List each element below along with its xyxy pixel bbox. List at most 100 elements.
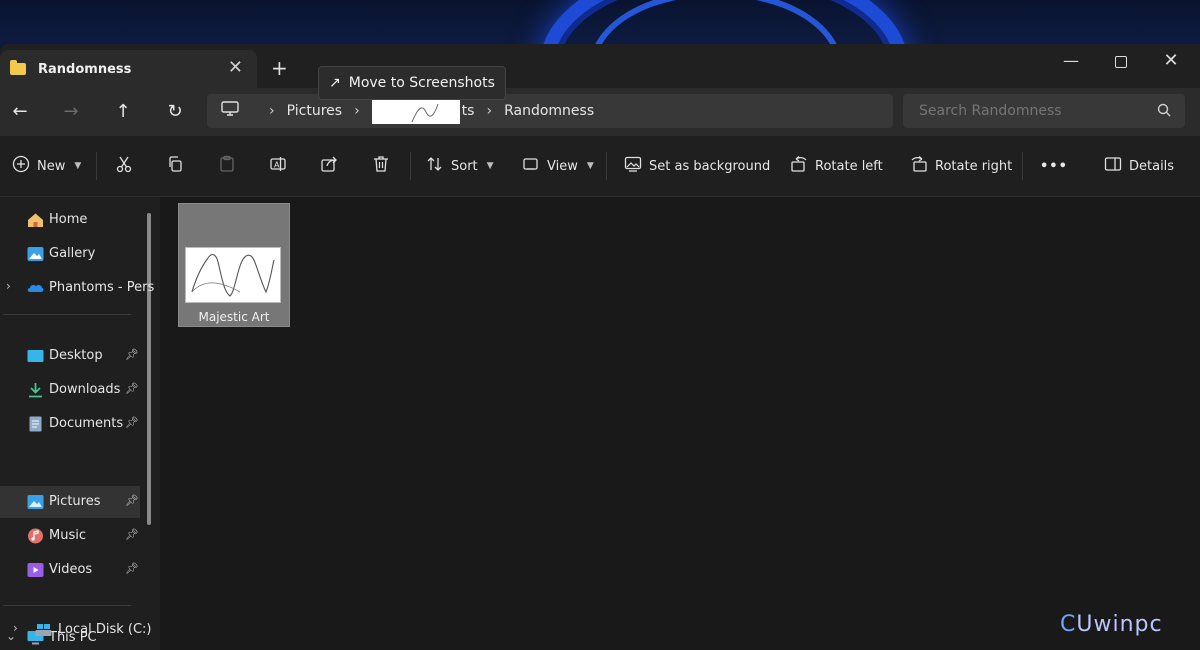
rotate-right-button[interactable]: Rotate right (910, 136, 1012, 196)
new-button[interactable]: New ▼ (12, 136, 81, 196)
pin-icon[interactable]: 📌︎ (125, 416, 139, 429)
chevron-down-icon: ▼ (586, 161, 594, 171)
sidebar-item-downloads[interactable]: Downloads 📌︎ (0, 374, 140, 406)
view-label: View (547, 158, 578, 174)
sort-icon (426, 155, 444, 177)
breadcrumb-screenshots[interactable]: ts (462, 103, 475, 119)
forward-button[interactable]: → (56, 98, 86, 126)
back-button[interactable]: ← (5, 98, 35, 126)
sidebar-item-label: Phantoms - Pers (49, 280, 155, 295)
breadcrumb-pictures[interactable]: Pictures (287, 103, 342, 119)
share-button[interactable] (320, 136, 338, 196)
rotate-left-icon (790, 155, 808, 177)
chevron-right-icon: › (269, 103, 275, 119)
music-icon (27, 528, 44, 544)
view-icon (522, 155, 540, 177)
home-icon (27, 212, 44, 228)
view-button[interactable]: View ▼ (522, 136, 594, 196)
wallpaper-icon (624, 155, 642, 177)
paste-button[interactable] (218, 136, 236, 196)
plus-circle-icon (12, 155, 30, 177)
file-item[interactable]: Majestic Art (178, 203, 290, 327)
chevron-right-icon[interactable]: › (13, 621, 18, 635)
trash-icon (372, 155, 390, 177)
rotate-left-label: Rotate left (815, 158, 883, 174)
details-label: Details (1129, 158, 1175, 174)
search-input[interactable] (917, 102, 1151, 120)
pictures-icon (27, 494, 44, 510)
sidebar-item-local-disk[interactable]: › Local Disk (C:) (0, 614, 151, 646)
set-as-background-label: Set as background (649, 158, 771, 174)
sidebar-item-label: Home (49, 212, 88, 227)
maximize-button[interactable] (1098, 46, 1144, 76)
close-window-button[interactable]: ✕ (1148, 46, 1194, 76)
delete-button[interactable] (372, 136, 390, 196)
chevron-right-icon[interactable]: › (6, 279, 11, 293)
command-bar: New ▼ A Sort ▼ View ▼ Set as background … (0, 136, 1200, 197)
details-button[interactable]: Details (1104, 136, 1174, 196)
breadcrumb-randomness[interactable]: Randomness (504, 103, 594, 119)
search-box[interactable] (903, 94, 1185, 128)
sort-button[interactable]: Sort ▼ (426, 136, 494, 196)
sidebar-item-onedrive[interactable]: › Phantoms - Pers (0, 272, 154, 304)
videos-icon (27, 562, 44, 578)
rename-button[interactable]: A (269, 136, 287, 196)
cut-button[interactable] (115, 136, 133, 196)
watermark-logo: CUwinpc (1060, 612, 1163, 637)
arrow-up-right-icon: ↗ (329, 75, 341, 91)
minimize-button[interactable]: — (1048, 46, 1094, 76)
up-button[interactable]: ↑ (108, 98, 138, 126)
sidebar-item-label: Music (49, 528, 86, 543)
copy-button[interactable] (166, 136, 184, 196)
chevron-right-icon: › (486, 103, 493, 119)
watermark-text: Uwinpc (1076, 612, 1163, 637)
sidebar-item-home[interactable]: Home (0, 204, 140, 236)
pin-icon[interactable]: 📌︎ (125, 382, 139, 395)
divider (410, 152, 411, 180)
sidebar-item-videos[interactable]: Videos 📌︎ (0, 554, 140, 586)
tab-close-button[interactable]: ✕ (228, 57, 243, 78)
redacted-segment (371, 98, 460, 124)
drive-icon (35, 622, 52, 638)
sidebar-item-music[interactable]: Music 📌︎ (0, 520, 140, 552)
sidebar-divider (3, 605, 131, 606)
sidebar-item-documents[interactable]: Documents 📌︎ (0, 408, 140, 440)
paste-icon (218, 155, 236, 177)
desktop-icon (27, 348, 44, 364)
sidebar-item-label: Gallery (49, 246, 96, 261)
rotate-right-icon (910, 155, 928, 177)
address-bar[interactable]: › Pictures › ts › Randomness (207, 94, 893, 128)
rotate-left-button[interactable]: Rotate left (790, 136, 883, 196)
set-as-background-button[interactable]: Set as background (624, 136, 770, 196)
sidebar-scrollbar[interactable] (147, 213, 151, 525)
copy-icon (166, 155, 184, 177)
file-explorer-window: Randomness ✕ + — ✕ ← → ↑ ↻ › Pictures › … (0, 44, 1200, 650)
sidebar-item-label: Pictures (49, 494, 101, 509)
more-options-button[interactable]: ••• (1040, 136, 1068, 196)
sidebar-item-gallery[interactable]: Gallery (0, 238, 140, 270)
chevron-down-icon: ▼ (74, 161, 82, 171)
computer-icon (221, 101, 239, 121)
file-name: Majestic Art (198, 310, 270, 324)
pin-icon[interactable]: 📌︎ (125, 528, 139, 541)
new-tab-button[interactable]: + (271, 56, 288, 80)
image-thumbnail (185, 247, 281, 303)
sidebar-item-desktop[interactable]: Desktop 📌︎ (0, 340, 140, 372)
pin-icon[interactable]: 📌︎ (125, 562, 139, 575)
pin-icon[interactable]: 📌︎ (125, 348, 139, 361)
navigation-pane: Home Gallery › Phantoms - Pers Desktop 📌… (0, 197, 160, 650)
svg-text:A: A (274, 161, 280, 170)
divider (1022, 152, 1023, 180)
chevron-right-icon: › (354, 103, 360, 119)
gallery-icon (27, 246, 44, 262)
details-pane-icon (1104, 155, 1122, 177)
tab-randomness[interactable]: Randomness ✕ (0, 50, 257, 88)
refresh-button[interactable]: ↻ (160, 98, 190, 126)
onedrive-icon (27, 280, 44, 296)
pin-icon[interactable]: 📌︎ (125, 494, 139, 507)
sidebar-item-label: Documents (49, 416, 124, 431)
drag-tooltip: ↗ Move to Screenshots (318, 66, 506, 100)
tooltip-text: Move to Screenshots (348, 75, 495, 91)
sidebar-item-pictures[interactable]: Pictures 📌︎ (0, 486, 140, 518)
maximize-icon (1115, 55, 1127, 68)
